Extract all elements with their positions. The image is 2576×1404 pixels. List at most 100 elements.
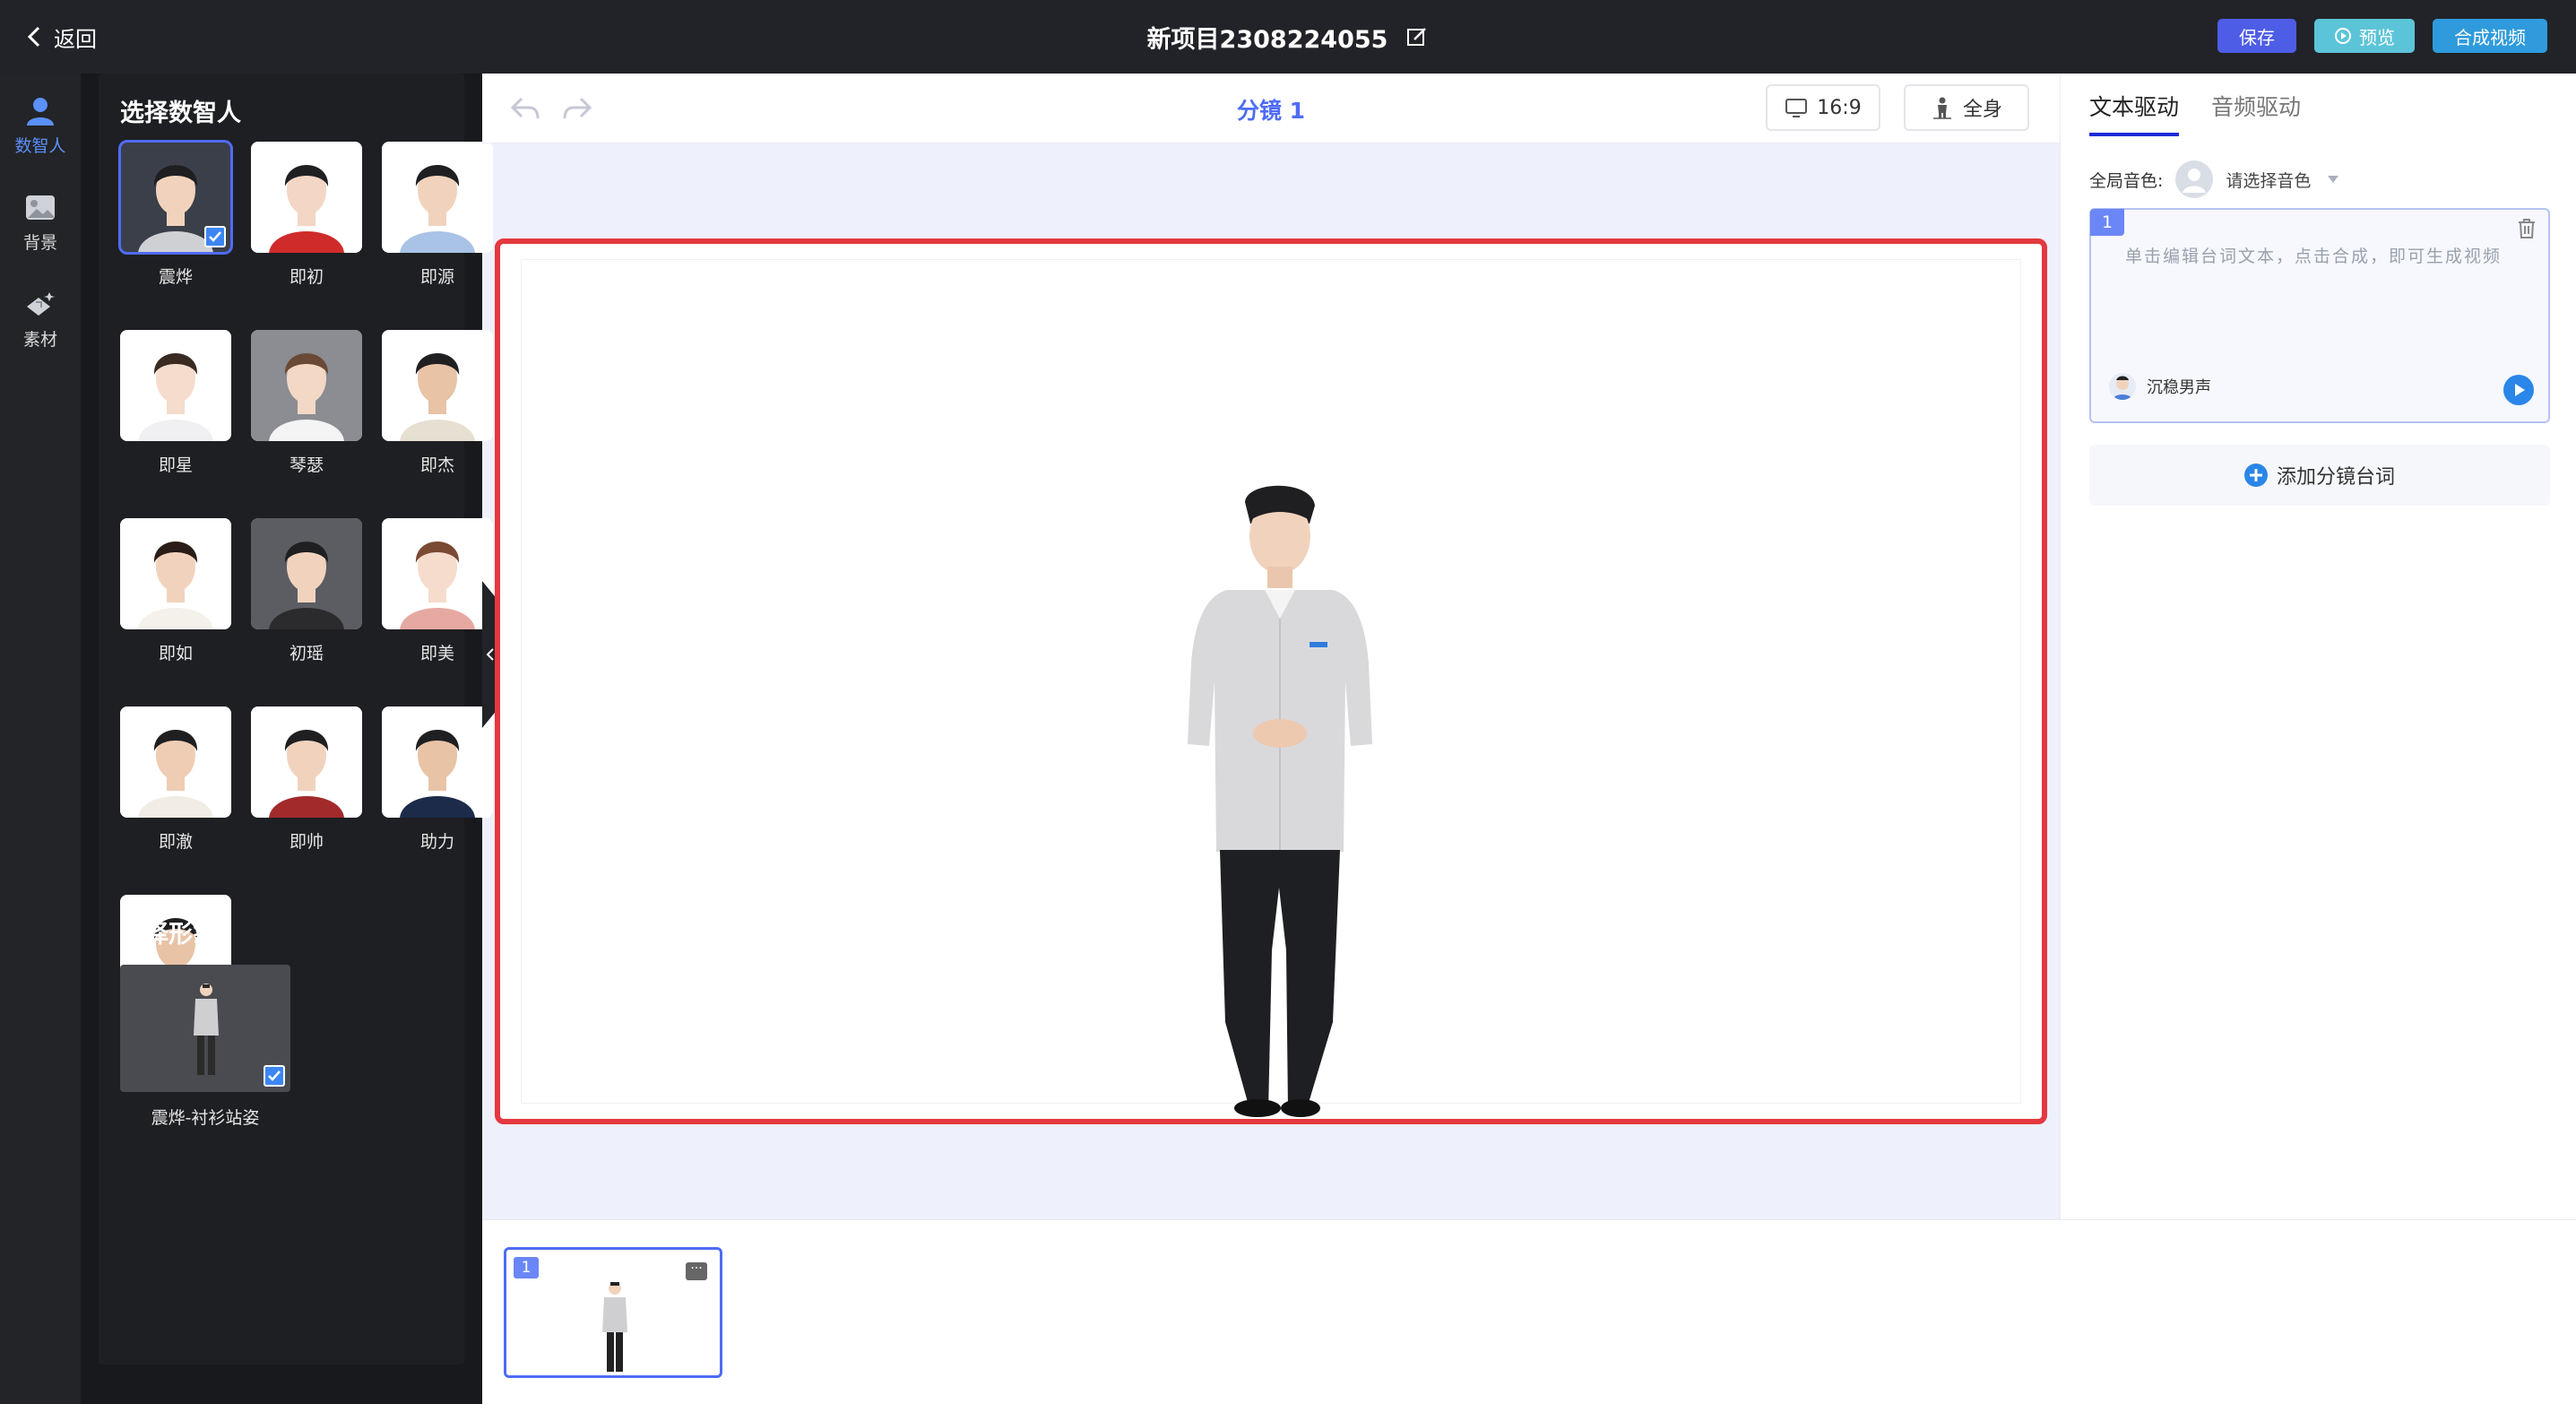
stage-canvas[interactable] bbox=[522, 260, 2020, 1117]
preview-label: 预览 bbox=[2359, 26, 2395, 48]
tab-audio-drive[interactable]: 音频驱动 bbox=[2211, 90, 2301, 133]
aspect-ratio-button[interactable]: 16:9 bbox=[1766, 84, 1880, 131]
aspect-ratio-label: 16:9 bbox=[1817, 96, 1862, 119]
avatar-thumbnail bbox=[120, 518, 231, 629]
avatar-name: 即杰 bbox=[419, 455, 454, 475]
avatar-thumbnail bbox=[251, 518, 362, 629]
avatar-portrait-icon bbox=[382, 142, 493, 253]
avatar-option[interactable]: 即美 bbox=[382, 518, 493, 664]
global-voice-row: 全局音色: 请选择音色 bbox=[2089, 160, 2339, 199]
avatar-name: 即源 bbox=[419, 267, 454, 287]
avatar-name: 即初 bbox=[289, 267, 324, 287]
avatar-name: 助力 bbox=[419, 832, 454, 852]
stage-frame[interactable] bbox=[495, 238, 2047, 1124]
play-circle-icon bbox=[2335, 28, 2351, 44]
avatar-thumbnail bbox=[382, 330, 493, 441]
sidebar-item-material[interactable]: 素材 bbox=[0, 278, 81, 360]
script-text-input[interactable]: 单击编辑台词文本，点击合成，即可生成视频 bbox=[2125, 244, 2520, 270]
sidebar-item-label: 数智人 bbox=[14, 135, 66, 156]
avatar-section-title: 选择数智人 bbox=[120, 100, 241, 127]
avatar-option[interactable]: 即初 bbox=[251, 142, 362, 288]
avatar-option[interactable]: 初瑶 bbox=[251, 518, 362, 664]
right-panel: 文本驱动 音频驱动 全局音色: 请选择音色 1 单击编辑台词文本，点击合成，即可… bbox=[2060, 74, 2576, 1219]
script-voice-selector[interactable]: 沉稳男声 bbox=[2109, 371, 2211, 402]
person-figure-icon bbox=[602, 1282, 627, 1372]
sidebar-item-label: 素材 bbox=[22, 329, 57, 350]
material-icon bbox=[27, 291, 55, 316]
plus-icon bbox=[2243, 464, 2268, 487]
avatar-portrait-icon bbox=[120, 518, 231, 629]
avatar-option[interactable]: 即澈 bbox=[120, 706, 231, 853]
trash-icon[interactable] bbox=[2516, 217, 2537, 240]
avatar-name: 琴瑟 bbox=[289, 455, 324, 475]
more-options-icon[interactable]: ··· bbox=[686, 1262, 707, 1280]
edit-icon[interactable] bbox=[1405, 25, 1429, 48]
avatar-thumbnail bbox=[120, 330, 231, 441]
avatar-option[interactable]: 琴瑟 bbox=[251, 330, 362, 476]
avatar-name: 初瑶 bbox=[289, 644, 324, 663]
avatar-portrait-icon bbox=[382, 706, 493, 818]
avatar-thumbnail bbox=[118, 140, 233, 255]
sidebar-item-label: 背景 bbox=[22, 232, 57, 253]
sidebar-item-digital-human[interactable]: 数智人 bbox=[0, 84, 81, 167]
avatar-thumbnail bbox=[251, 330, 362, 441]
background-icon bbox=[26, 195, 55, 220]
avatar-portrait-icon bbox=[251, 518, 362, 629]
compose-video-button[interactable]: 合成视频 bbox=[2433, 19, 2547, 53]
image-thumbnail bbox=[120, 965, 290, 1092]
icon-sidebar: 数智人 背景 素材 bbox=[0, 74, 81, 1404]
voice-avatar[interactable] bbox=[2175, 160, 2214, 198]
digital-human-icon bbox=[27, 97, 54, 126]
caret-down-icon[interactable] bbox=[2327, 175, 2339, 184]
canvas-toolbar: 分镜 1 16:9 全身 bbox=[482, 74, 2060, 143]
avatar-name: 震烨 bbox=[158, 267, 193, 287]
avatar-option[interactable]: 即帅 bbox=[251, 706, 362, 853]
redo-icon[interactable] bbox=[561, 93, 593, 124]
image-name: 震烨-衬衫站姿 bbox=[151, 1108, 260, 1128]
selected-check-icon bbox=[204, 226, 226, 247]
avatar-portrait-icon bbox=[251, 706, 362, 818]
image-option[interactable]: 震烨-衬衫站姿 bbox=[120, 965, 290, 1129]
scene-index-badge: 1 bbox=[514, 1257, 539, 1278]
back-button[interactable]: 返回 bbox=[25, 20, 97, 54]
avatar-thumbnail bbox=[382, 518, 493, 629]
play-icon[interactable] bbox=[2503, 375, 2534, 405]
avatar-option[interactable]: 即杰 bbox=[382, 330, 493, 476]
script-voice-name: 沉稳男声 bbox=[2147, 378, 2211, 397]
sidebar-item-background[interactable]: 背景 bbox=[0, 181, 81, 264]
add-scene-line-button[interactable]: 添加分镜台词 bbox=[2089, 445, 2550, 506]
avatar-name: 即星 bbox=[158, 455, 193, 475]
body-framing-label: 全身 bbox=[1962, 99, 2002, 121]
avatar-thumbnail bbox=[251, 142, 362, 253]
avatar-thumbnail bbox=[382, 142, 493, 253]
avatar-portrait-icon bbox=[382, 330, 493, 441]
avatar-option[interactable]: 震烨 bbox=[118, 140, 233, 288]
script-index-badge: 1 bbox=[2090, 209, 2124, 236]
script-card[interactable]: 1 单击编辑台词文本，点击合成，即可生成视频 沉稳男声 bbox=[2089, 208, 2550, 423]
avatar-option[interactable]: 即源 bbox=[382, 142, 493, 288]
preview-button[interactable]: 预览 bbox=[2314, 19, 2415, 53]
avatar-portrait-icon bbox=[251, 142, 362, 253]
global-voice-label: 全局音色: bbox=[2089, 170, 2164, 191]
avatar-portrait-icon bbox=[251, 330, 362, 441]
selection-panel-body[interactable]: 选择数智人 震烨 即初 即源 即星 琴瑟 即杰 即如 初瑶 即美 即澈 即帅 助力 选择形象 震烨-衬… bbox=[99, 74, 493, 1365]
avatar-thumbnail bbox=[382, 706, 493, 818]
tab-text-drive[interactable]: 文本驱动 bbox=[2089, 90, 2180, 136]
add-scene-line-label: 添加分镜台词 bbox=[2276, 466, 2395, 489]
avatar-name: 即澈 bbox=[158, 832, 193, 852]
voice-select[interactable]: 请选择音色 bbox=[2226, 168, 2311, 192]
voice-avatar bbox=[2109, 373, 2136, 400]
back-label: 返回 bbox=[54, 26, 97, 52]
avatar-name: 即美 bbox=[419, 644, 454, 663]
project-title-text: 新项目2308224055 bbox=[1146, 25, 1388, 54]
undo-icon[interactable] bbox=[509, 93, 541, 124]
digital-human-figure[interactable] bbox=[1175, 484, 1381, 1117]
avatar-option[interactable]: 即星 bbox=[120, 330, 231, 476]
avatar-option[interactable]: 助力 bbox=[382, 706, 493, 853]
scene-thumbnail[interactable]: 1 ··· bbox=[504, 1247, 722, 1378]
avatar-portrait-icon bbox=[382, 518, 493, 629]
body-framing-button[interactable]: 全身 bbox=[1904, 84, 2029, 131]
avatar-option[interactable]: 即如 bbox=[120, 518, 231, 664]
avatar-name: 即如 bbox=[158, 644, 193, 663]
save-button[interactable]: 保存 bbox=[2217, 19, 2296, 53]
